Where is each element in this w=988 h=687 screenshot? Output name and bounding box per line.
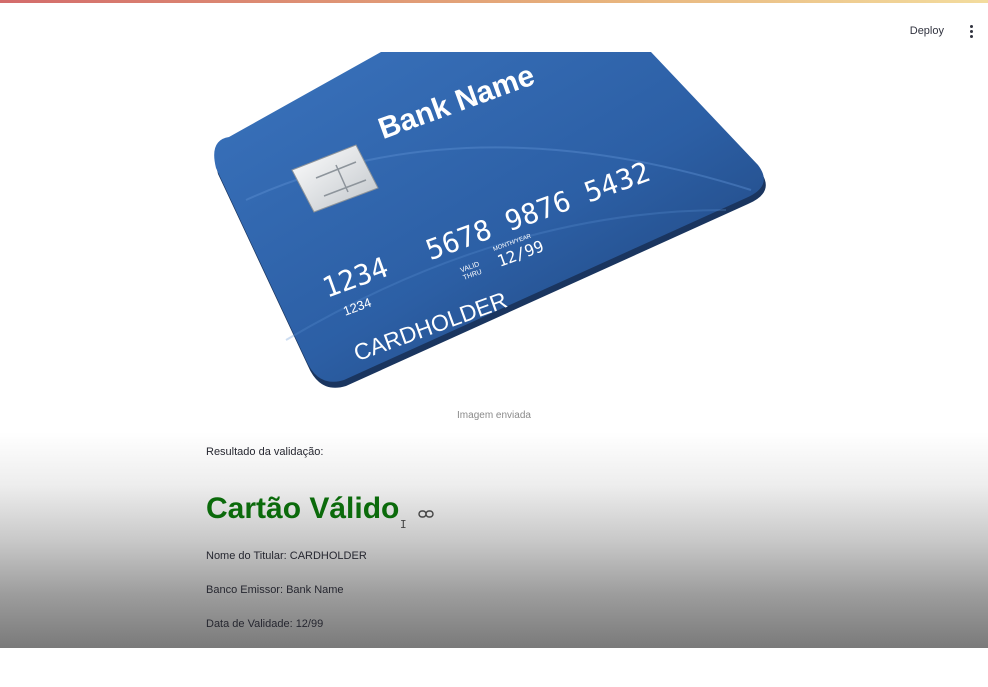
- validation-status-heading: Cartão Válido: [206, 492, 400, 525]
- image-caption: Imagem enviada: [457, 410, 531, 421]
- top-decoration-bar: [0, 0, 988, 3]
- holder-name-line: Nome do Titular: CARDHOLDER: [206, 550, 367, 562]
- bottom-strip: [0, 648, 988, 687]
- kebab-menu-icon[interactable]: [964, 22, 978, 40]
- header-toolbar: Deploy: [904, 22, 978, 40]
- result-label: Resultado da validação:: [206, 446, 324, 458]
- deploy-button[interactable]: Deploy: [904, 23, 950, 39]
- anchor-link-icon[interactable]: [418, 508, 434, 520]
- expiry-date-line: Data de Validade: 12/99: [206, 618, 324, 630]
- uploaded-card-image: Bank Name 1234 5678 9876 5432 1234 VALID…: [206, 40, 776, 400]
- result-section: [0, 432, 988, 648]
- issuer-bank-line: Banco Emissor: Bank Name: [206, 584, 344, 596]
- text-cursor-icon: I: [400, 518, 407, 531]
